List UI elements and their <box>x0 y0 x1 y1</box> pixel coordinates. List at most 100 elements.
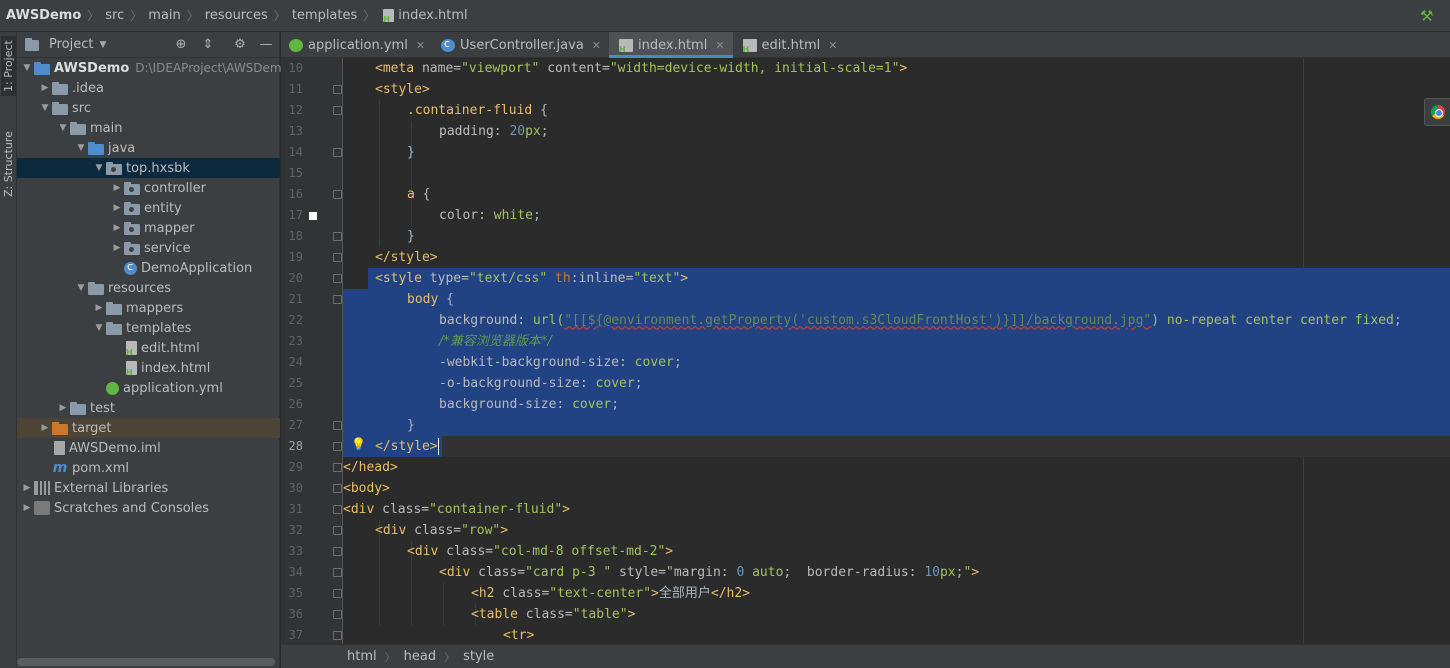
fold-marker-icon[interactable] <box>333 421 342 430</box>
tree-item[interactable]: ▶ Scratches and Consoles <box>17 498 280 518</box>
tree-item[interactable]: ▼ main <box>17 118 280 138</box>
code-line[interactable]: } <box>343 415 1450 436</box>
chevron-down-icon[interactable]: ▼ <box>99 40 106 50</box>
collapsed-arrow-icon[interactable]: ▶ <box>110 203 124 213</box>
breadcrumb-item[interactable]: resources <box>205 8 268 23</box>
fold-marker-icon[interactable] <box>333 190 342 199</box>
code-line[interactable]: <div class="col-md-8 offset-md-2"> <box>343 541 1450 562</box>
code-line[interactable]: <h2 class="text-center">全部用户</h2> <box>343 583 1450 604</box>
code-line[interactable]: } <box>343 142 1450 163</box>
collapsed-arrow-icon[interactable]: ▶ <box>38 83 52 93</box>
collapsed-arrow-icon[interactable]: ▶ <box>20 483 34 493</box>
code-line[interactable]: </head> <box>343 457 1450 478</box>
tree-item[interactable]: application.yml <box>17 378 280 398</box>
tab-application-yml[interactable]: application.yml ✕ <box>281 32 433 58</box>
code-line[interactable]: a { <box>343 184 1450 205</box>
collapsed-arrow-icon[interactable]: ▶ <box>110 223 124 233</box>
open-in-chrome-icon[interactable] <box>1424 98 1450 126</box>
build-hammer-icon[interactable]: ⚒ <box>1420 7 1436 25</box>
fold-marker-icon[interactable] <box>333 505 342 514</box>
tree-item[interactable]: ▶ External Libraries <box>17 478 280 498</box>
breadcrumb-item[interactable]: src <box>105 8 124 23</box>
tree-item[interactable]: edit.html <box>17 338 280 358</box>
expanded-arrow-icon[interactable]: ▼ <box>74 143 88 153</box>
fold-marker-icon[interactable] <box>333 232 342 241</box>
hide-panel-icon[interactable]: — <box>258 37 274 53</box>
code-line[interactable]: <style type="text/css" th:inline="text"> <box>343 268 1450 289</box>
collapsed-arrow-icon[interactable]: ▶ <box>110 243 124 253</box>
tree-item[interactable]: ▼ top.hxsbk <box>17 158 280 178</box>
tab-project-tool[interactable]: 1: Project <box>1 36 16 96</box>
locate-file-icon[interactable]: ⊕ <box>173 37 189 53</box>
collapsed-arrow-icon[interactable]: ▶ <box>110 183 124 193</box>
code-line[interactable]: <style> <box>343 79 1450 100</box>
code-line[interactable]: background: url("[[${@environment.getPro… <box>343 310 1450 331</box>
fold-marker-icon[interactable] <box>333 295 342 304</box>
tree-item[interactable]: ▶ mapper <box>17 218 280 238</box>
tree-item[interactable]: m pom.xml <box>17 458 280 478</box>
fold-marker-icon[interactable] <box>333 568 342 577</box>
code-line[interactable]: background-size: cover; <box>343 394 1450 415</box>
collapsed-arrow-icon[interactable]: ▶ <box>38 423 52 433</box>
fold-marker-icon[interactable] <box>333 484 342 493</box>
close-icon[interactable]: ✕ <box>416 39 425 52</box>
structure-crumb[interactable]: style <box>463 649 494 664</box>
lightbulb-icon[interactable]: 💡 <box>351 437 366 451</box>
tree-item[interactable]: ▼ AWSDemo D:\IDEAProject\AWSDemo <box>17 58 289 78</box>
code-line[interactable]: -webkit-background-size: cover; <box>343 352 1450 373</box>
tree-item[interactable]: index.html <box>17 358 280 378</box>
tree-item[interactable]: ▶ controller <box>17 178 280 198</box>
breadcrumb-item[interactable]: AWSDemo <box>6 8 81 23</box>
code-line[interactable] <box>343 163 1450 184</box>
tree-item[interactable]: ▶ test <box>17 398 280 418</box>
code-line[interactable]: <meta name="viewport" content="width=dev… <box>343 58 1450 79</box>
breadcrumb-item[interactable]: templates <box>292 8 357 23</box>
fold-marker-icon[interactable] <box>333 442 342 451</box>
fold-marker-icon[interactable] <box>333 463 342 472</box>
close-icon[interactable]: ✕ <box>592 39 601 52</box>
code-line[interactable]: <div class="container-fluid"> <box>343 499 1450 520</box>
code-line[interactable]: padding: 20px; <box>343 121 1450 142</box>
code-line[interactable]: body { <box>343 289 1450 310</box>
code-line[interactable]: </style> <box>343 436 1450 457</box>
project-view-selector[interactable]: Project <box>49 37 93 52</box>
tree-item[interactable]: AWSDemo.iml <box>17 438 280 458</box>
fold-marker-icon[interactable] <box>333 547 342 556</box>
code-line[interactable]: color: white; <box>343 205 1450 226</box>
fold-marker-icon[interactable] <box>333 253 342 262</box>
tree-item[interactable]: ▶ entity <box>17 198 280 218</box>
tree-item[interactable]: ▶ mappers <box>17 298 280 318</box>
tree-item[interactable]: ▶ target <box>17 418 280 438</box>
expanded-arrow-icon[interactable]: ▼ <box>38 103 52 113</box>
fold-marker-icon[interactable] <box>333 106 342 115</box>
expanded-arrow-icon[interactable]: ▼ <box>92 323 106 333</box>
fold-marker-icon[interactable] <box>333 589 342 598</box>
tree-item[interactable]: ▼ src <box>17 98 280 118</box>
tree-item[interactable]: ▶ .idea <box>17 78 280 98</box>
code-line[interactable]: .container-fluid { <box>343 100 1450 121</box>
tab-structure-tool[interactable]: Z: Structure <box>1 124 16 204</box>
structure-crumb[interactable]: html <box>347 649 377 664</box>
expanded-arrow-icon[interactable]: ▼ <box>20 63 34 73</box>
code-line[interactable]: <body> <box>343 478 1450 499</box>
tree-item[interactable]: ▼ resources <box>17 278 280 298</box>
code-editor[interactable]: 10 11 12 13 14 15 16 17 18 19 20 21 22 23 24 25 26 27 28 29… <box>281 58 1450 644</box>
breadcrumb-item[interactable]: index.html <box>381 8 468 24</box>
tree-item[interactable]: ▶ service <box>17 238 280 258</box>
tab-edit-html[interactable]: edit.html ✕ <box>733 32 846 58</box>
code-line[interactable]: <tr> <box>343 625 1450 644</box>
horizontal-scrollbar[interactable] <box>17 658 275 666</box>
structure-crumb[interactable]: head <box>404 649 436 664</box>
fold-marker-icon[interactable] <box>333 85 342 94</box>
collapsed-arrow-icon[interactable]: ▶ <box>92 303 106 313</box>
gear-icon[interactable]: ⚙ <box>232 37 248 53</box>
collapse-all-icon[interactable]: ⇕ <box>200 37 216 53</box>
code-line[interactable]: <table class="table"> <box>343 604 1450 625</box>
close-icon[interactable]: ✕ <box>828 39 837 52</box>
tab-index-html[interactable]: index.html ✕ <box>609 32 733 58</box>
fold-marker-icon[interactable] <box>333 274 342 283</box>
tree-item[interactable]: ▼ templates <box>17 318 280 338</box>
breadcrumb-item[interactable]: main <box>148 8 180 23</box>
code-line[interactable]: <div class="card p-3 " style="margin: 0 … <box>343 562 1450 583</box>
expanded-arrow-icon[interactable]: ▼ <box>74 283 88 293</box>
